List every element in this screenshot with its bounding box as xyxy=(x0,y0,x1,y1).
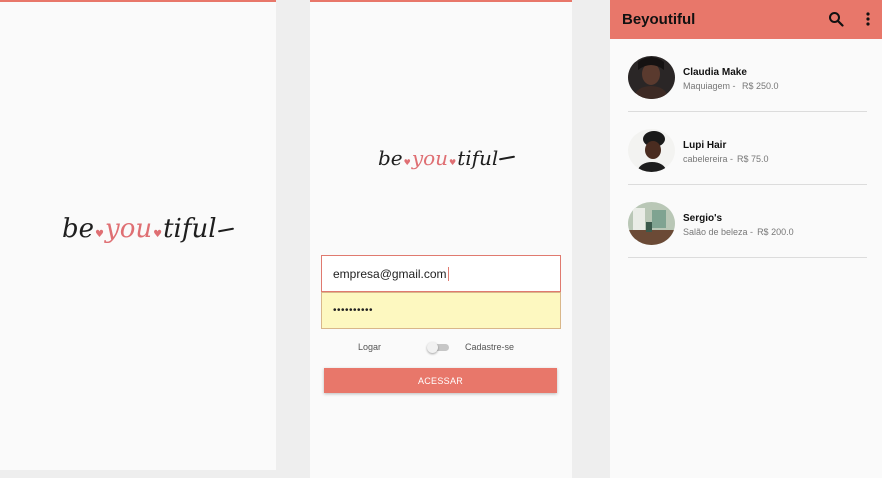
app-bar: Beyoutiful xyxy=(610,0,882,39)
heart-icon: ♥ xyxy=(449,158,457,167)
list-screen: Beyoutiful Claudia Make Maquiagem - R$ 2… xyxy=(610,0,882,478)
heart-icon: ♥ xyxy=(403,158,411,167)
avatar xyxy=(628,202,675,245)
acessar-button[interactable]: ACESSAR xyxy=(324,368,557,393)
heart-icon: ♥ xyxy=(153,229,163,240)
item-category: Salão de beleza - xyxy=(683,227,754,237)
email-field[interactable]: empresa@gmail.com xyxy=(321,255,561,292)
item-subtitle: cabelereira - R$ 75.0 xyxy=(683,154,769,164)
app-title: Beyoutiful xyxy=(622,11,696,28)
switch-thumb xyxy=(427,342,438,353)
email-value: empresa@gmail.com xyxy=(333,266,447,281)
item-name: Claudia Make xyxy=(683,67,747,78)
item-price: R$ 200.0 xyxy=(757,227,794,237)
heart-icon: ♥ xyxy=(95,229,104,240)
logo-flourish xyxy=(499,155,516,161)
logo-flourish xyxy=(217,227,234,233)
item-price: R$ 250.0 xyxy=(742,81,779,91)
search-icon[interactable] xyxy=(828,11,844,27)
login-screen: be ♥ you ♥ tiful empresa@gmail.com •••••… xyxy=(310,0,572,478)
toggle-label-logar: Logar xyxy=(358,342,382,352)
item-subtitle: Salão de beleza - R$ 200.0 xyxy=(683,227,794,237)
toggle-label-cadastre: Cadastre-se xyxy=(465,342,515,352)
brand-logo: be ♥ you ♥ tiful xyxy=(378,146,516,170)
logo-you: you xyxy=(105,214,153,244)
logo-be: be xyxy=(62,214,95,244)
avatar xyxy=(628,56,675,99)
splash-screen: be ♥ you ♥ tiful xyxy=(0,0,276,470)
item-price: R$ 75.0 xyxy=(737,154,769,164)
logo-be: be xyxy=(378,146,403,170)
item-name: Sergio's xyxy=(683,213,723,224)
password-field[interactable]: •••••••••• xyxy=(321,292,561,329)
brand-logo: be ♥ you ♥ tiful xyxy=(62,214,234,244)
mode-switch[interactable] xyxy=(427,342,449,353)
item-name: Lupi Hair xyxy=(683,140,727,151)
item-subtitle: Maquiagem - R$ 250.0 xyxy=(683,81,779,91)
list-item[interactable]: Claudia Make Maquiagem - R$ 250.0 xyxy=(628,39,867,112)
item-category: cabelereira - xyxy=(683,154,734,164)
logo-you: you xyxy=(411,146,449,170)
list-item[interactable]: Sergio's Salão de beleza - R$ 200.0 xyxy=(628,185,867,258)
item-category: Maquiagem - xyxy=(683,81,739,91)
list-item[interactable]: Lupi Hair cabelereira - R$ 75.0 xyxy=(628,112,867,185)
more-vert-icon[interactable] xyxy=(862,11,874,27)
logo-tiful: tiful xyxy=(457,146,499,170)
text-cursor xyxy=(447,266,449,281)
mode-toggle-row: Logar Cadastre-se xyxy=(310,339,572,355)
avatar xyxy=(628,129,675,172)
logo-tiful: tiful xyxy=(163,214,217,244)
password-value: •••••••••• xyxy=(333,305,374,316)
